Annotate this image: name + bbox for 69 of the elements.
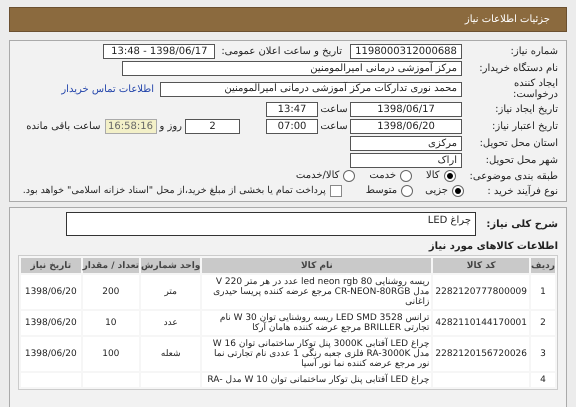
text-field[interactable]: 1398/06/17 - 13:48 [103, 44, 216, 59]
text-field[interactable]: 1198000312000688 [350, 44, 462, 59]
text-field[interactable]: مرکزی [350, 136, 462, 151]
table-cell: 3 [531, 337, 555, 372]
section-title: اطلاعات کالاهای مورد نیاز [428, 240, 558, 254]
column-header: تعداد / مقدار [82, 258, 140, 274]
checkbox-label: پرداخت تمام یا بخشی از مبلغ خرید،از محل "اسناد خزانه اسلامی" خواهد بود. [22, 184, 326, 198]
table-cell: 1398/06/20 [21, 311, 81, 336]
table-cell: 1 [531, 275, 555, 310]
field-label: طبقه بندی موضوعی: [470, 170, 558, 182]
table-cell: ریسه روشنایی led neon rgb 80 عدد در هر متر V 220 مدل CR-NEON-80RGB مرجع عرضه کننده پریسا حیدری زاغانی [202, 275, 432, 310]
radio-label: متوسط [366, 185, 398, 198]
field-label: استان محل تحویل: [478, 138, 558, 149]
radio-button[interactable] [401, 185, 414, 198]
table-cell: 100 [82, 337, 140, 372]
radio-button[interactable] [452, 185, 464, 198]
field-label: ایجاد کننده درخواست: [512, 78, 558, 100]
text-field[interactable]: 1398/06/20 [350, 119, 462, 134]
table-cell: 10 [82, 311, 140, 336]
table-cell: 2282120777800009 [433, 275, 530, 310]
radio-button[interactable] [343, 170, 356, 182]
text-field[interactable]: 2 [185, 119, 240, 134]
text-field[interactable]: 1398/06/17 [350, 102, 462, 117]
radio-label: خدمت [369, 170, 396, 182]
text-field[interactable]: 13:47 [266, 102, 318, 117]
table-cell: 200 [82, 275, 140, 310]
column-header: ردیف [531, 258, 555, 274]
radio-label: جزیی [425, 185, 448, 198]
radio-button[interactable] [444, 170, 456, 182]
radio-label: کالا/خدمت [296, 170, 340, 182]
description-field[interactable]: چراغ LED [66, 212, 476, 236]
table-cell: عدد [141, 311, 200, 336]
field-label: ساعت [319, 120, 349, 134]
table-cell: 4282110144170001 [433, 311, 530, 336]
text-field[interactable]: اراک [350, 153, 462, 168]
table-cell: 2282120156720026 [433, 337, 530, 372]
column-header: نام کالا [202, 258, 432, 274]
table-cell: چراغ LED آفتابی 3000K پنل توکار ساختمانی توان W 16 مدل RA-3000K فلزی جعبه رنگی 1 عددی نام تجارتی نما نور مرجع عرضه کننده نما نور آسیا [202, 337, 432, 372]
table-cell: 1398/06/20 [21, 337, 81, 372]
column-header: کد کالا [433, 258, 530, 274]
field-label: نام دستگاه خریدار: [478, 63, 558, 74]
countdown-field[interactable]: 16:58:16 [104, 119, 156, 134]
table-cell: 1398/06/20 [21, 275, 81, 310]
field-label: روز و [160, 120, 182, 134]
buyer-contact-link[interactable]: اطلاعات تماس خریدار [61, 82, 154, 96]
field-label: نوع فرآیند خرید : [486, 186, 558, 197]
table-cell: چراغ LED آفتابی پنل توکار ساختمانی توان W 10 مدل -RA [202, 373, 432, 388]
field-label: تاریخ و ساعت اعلان عمومی: [221, 45, 342, 59]
field-label: تاریخ ایجاد نیاز: [494, 104, 558, 115]
text-field[interactable]: مرکز آموزشی درمانی امیرالمومنین [122, 61, 462, 76]
field-label: ساعت [319, 103, 349, 117]
field-label: شهر محل تحویل: [484, 155, 558, 166]
table-cell: متر [141, 275, 200, 310]
table-cell: شعله [141, 337, 200, 372]
text-field[interactable]: 07:00 [266, 119, 318, 134]
column-header: تاریخ نیاز [21, 258, 81, 274]
text-field[interactable]: محمد نوری تدارکات مرکز آموزشی درمانی امیرالمومنین [160, 82, 462, 96]
field-label: شماره نیاز: [510, 46, 558, 57]
table-cell: ترانس LED SMD 3528 ریسه روشنایی توان W 30 نام تجارتی BRILLER مرجع عرضه کننده هامان آرکا [202, 311, 432, 336]
table-cell: 2 [531, 311, 555, 336]
checkbox[interactable] [330, 185, 342, 198]
page-title: جزئیات اطلاعات نیاز [464, 13, 550, 27]
field-label: ساعت باقی مانده [26, 120, 100, 134]
field-label: تاریخ اعتبار نیاز: [491, 121, 558, 132]
radio-button[interactable] [400, 170, 412, 182]
table-cell: 4 [531, 373, 555, 388]
radio-label: کالا [426, 170, 440, 182]
field-label: شرح کلی نیاز: [485, 218, 558, 232]
column-header: واحد شمارش [141, 258, 200, 274]
